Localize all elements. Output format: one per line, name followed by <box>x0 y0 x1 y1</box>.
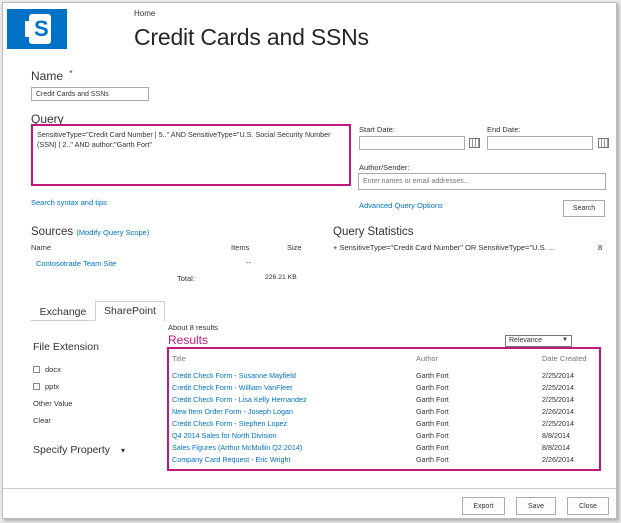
result-date: 2/26/2014 <box>542 407 574 416</box>
sources-title: Sources (Modify Query Scope) <box>31 226 150 238</box>
result-title[interactable]: Credit Check Form - Lisa Kelly Hernandez <box>172 395 307 404</box>
result-row[interactable]: Credit Check Form - Stephen Lopez Garth … <box>172 419 592 431</box>
result-date: 2/26/2014 <box>542 455 574 464</box>
result-date: 2/25/2014 <box>542 395 574 404</box>
query-textarea[interactable]: SensitiveType="Credit Card Number | 5.."… <box>31 124 351 186</box>
chevron-down-icon: ▼ <box>562 337 568 343</box>
result-author: Garth Fort <box>416 419 449 428</box>
author-input[interactable]: Enter names or email addresses... <box>358 173 606 190</box>
search-button[interactable]: Search <box>563 200 605 217</box>
result-row[interactable]: New Item Order Form - Joseph Logan Garth… <box>172 407 592 419</box>
result-author: Garth Fort <box>416 383 449 392</box>
docx-option-label: docx <box>45 365 61 374</box>
result-date: 2/25/2014 <box>542 371 574 380</box>
results-label: Results <box>168 333 209 347</box>
author-label: Author/Sender: <box>359 163 410 172</box>
export-button[interactable]: Export <box>462 497 505 515</box>
sources-total-label: Total: <box>177 274 195 283</box>
start-date-label: Start Date: <box>359 125 395 134</box>
specify-property-dropdown[interactable]: Specify Property ▾ <box>33 444 125 456</box>
result-row[interactable]: Q4 2014 Sales for North Division Garth F… <box>172 431 592 443</box>
sources-total-size: 226.21 KB <box>265 274 297 281</box>
result-title[interactable]: New Item Order Form - Joseph Logan <box>172 407 293 416</box>
save-button[interactable]: Save <box>516 497 556 515</box>
start-date-input[interactable] <box>359 136 465 150</box>
end-date-input[interactable] <box>487 136 593 150</box>
result-title[interactable]: Credit Check Form - William VanFleet <box>172 383 292 392</box>
result-date: 8/8/2014 <box>542 443 570 452</box>
pptx-option-label: pptx <box>45 382 60 391</box>
sources-col-size: Size <box>287 243 302 252</box>
sources-col-name: Name <box>31 243 52 252</box>
required-marker: * <box>69 69 73 78</box>
calendar-icon[interactable] <box>598 138 609 148</box>
tab-sharepoint[interactable]: SharePoint <box>95 301 165 321</box>
end-date-label: End Date: <box>487 125 521 134</box>
advanced-query-link[interactable]: Advanced Query Options <box>359 201 443 210</box>
sharepoint-logo-icon[interactable]: S <box>7 9 67 49</box>
search-syntax-link[interactable]: Search syntax and tips <box>31 198 107 207</box>
clear-link[interactable]: Clear <box>33 416 51 425</box>
docx-checkbox[interactable] <box>33 366 40 373</box>
eDiscovery-query-window: S Home Credit Cards and SSNs Name * Cred… <box>2 2 617 519</box>
result-title[interactable]: Sales Figures (Arthur McMullin Q2 2014) <box>172 443 302 452</box>
result-author: Garth Fort <box>416 407 449 416</box>
results-col-title[interactable]: Title <box>172 354 186 363</box>
result-title[interactable]: Company Card Request - Eric Wright <box>172 455 291 464</box>
sources-col-items: Items <box>231 243 250 252</box>
result-author: Garth Fort <box>416 443 449 452</box>
result-title[interactable]: Q4 2014 Sales for North Division <box>172 431 277 440</box>
breadcrumb-home[interactable]: Home <box>134 9 155 18</box>
result-author: Garth Fort <box>416 395 449 404</box>
pptx-checkbox[interactable] <box>33 383 40 390</box>
results-col-date[interactable]: Date Created <box>542 354 587 363</box>
tab-exchange[interactable]: Exchange <box>33 303 93 320</box>
calendar-icon[interactable] <box>469 138 480 148</box>
result-title[interactable]: Credit Check Form - Stephen Lopez <box>172 419 287 428</box>
query-statistics-title: Query Statistics <box>333 226 414 238</box>
result-row[interactable]: Company Card Request - Eric Wright Garth… <box>172 455 592 467</box>
result-row[interactable]: Credit Check Form - William VanFleet Gar… <box>172 383 592 395</box>
results-count: About 8 results <box>168 323 219 332</box>
name-field[interactable]: Credit Cards and SSNs <box>31 87 149 101</box>
sort-select[interactable]: Relevance ▼ <box>505 335 572 347</box>
chevron-down-icon: ▾ <box>120 446 125 455</box>
result-row[interactable]: Credit Check Form - Lisa Kelly Hernandez… <box>172 395 592 407</box>
result-date: 2/25/2014 <box>542 383 574 392</box>
result-title[interactable]: Credit Check Form - Susanne Mayfield <box>172 371 296 380</box>
file-extension-title: File Extension <box>33 341 99 353</box>
source-items: -- <box>246 258 251 267</box>
query-statistics-line[interactable]: + SensitiveType="Credit Card Number" OR … <box>333 243 555 252</box>
source-link[interactable]: Contosotrade Team Site <box>36 259 116 268</box>
result-row[interactable]: Sales Figures (Arthur McMullin Q2 2014) … <box>172 443 592 455</box>
modify-scope-link[interactable]: (Modify Query Scope) <box>76 228 149 237</box>
result-row[interactable]: Credit Check Form - Susanne Mayfield Gar… <box>172 371 592 383</box>
result-date: 8/8/2014 <box>542 431 570 440</box>
name-label: Name * <box>31 69 73 83</box>
result-author: Garth Fort <box>416 431 449 440</box>
page-title: Credit Cards and SSNs <box>134 24 369 50</box>
close-button[interactable]: Close <box>567 497 609 515</box>
result-author: Garth Fort <box>416 371 449 380</box>
results-col-author[interactable]: Author <box>416 354 438 363</box>
result-date: 2/25/2014 <box>542 419 574 428</box>
other-value-link[interactable]: Other Value <box>33 399 72 408</box>
query-statistics-count: 8 <box>598 243 603 252</box>
result-author: Garth Fort <box>416 455 449 464</box>
